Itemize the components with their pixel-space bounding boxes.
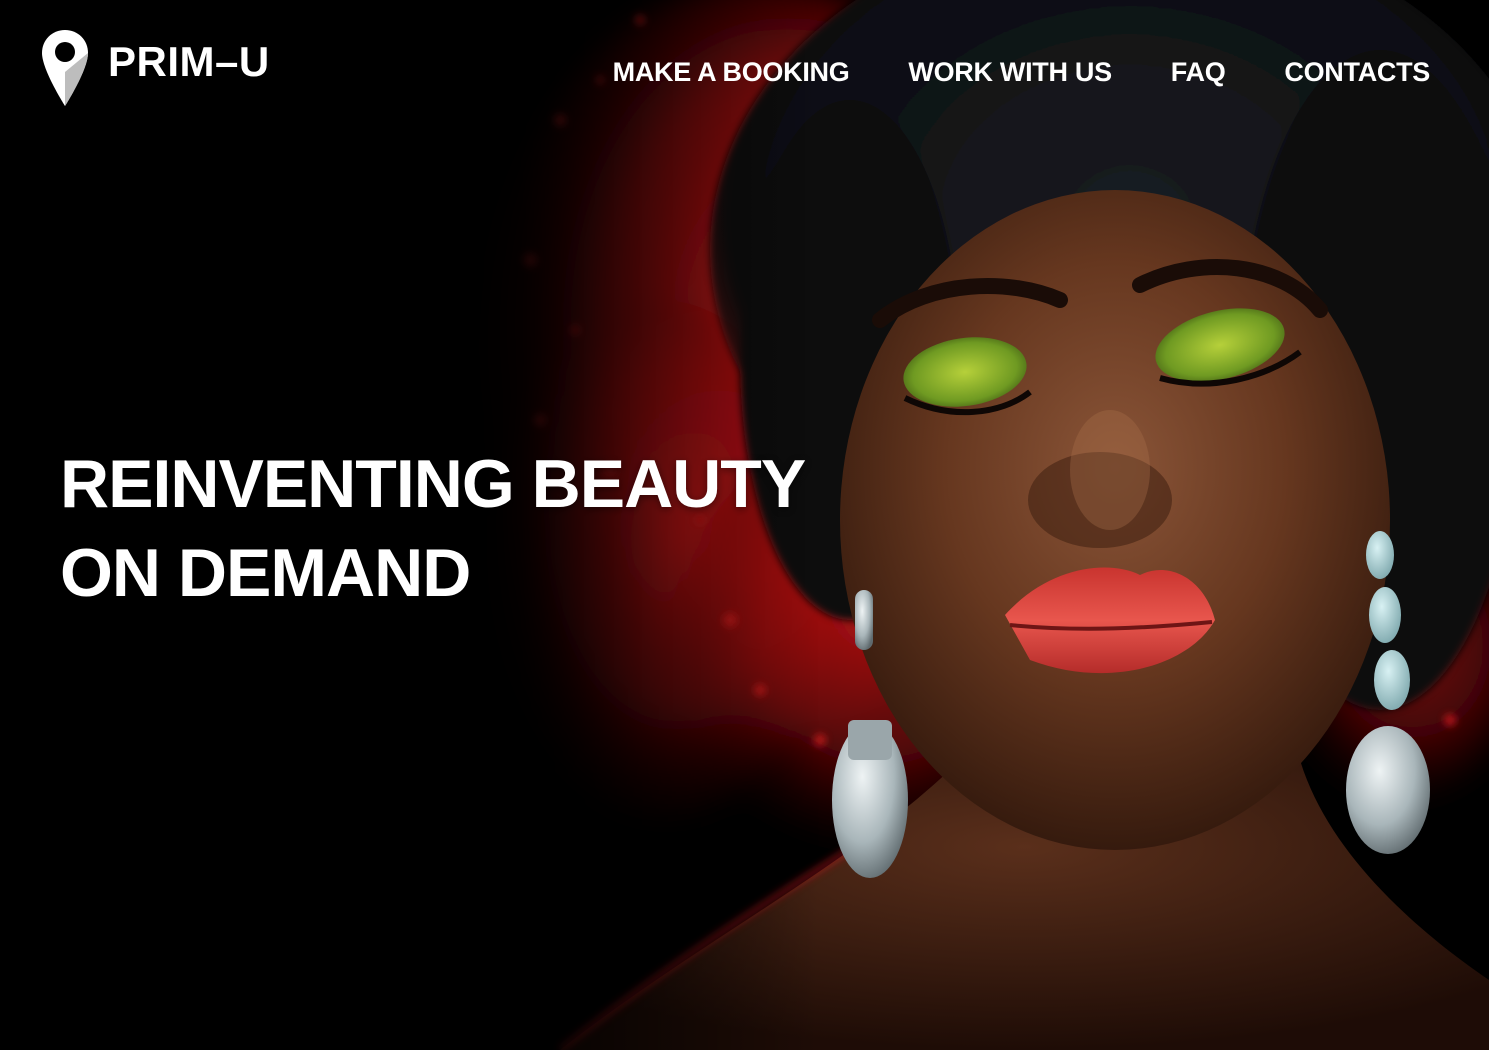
nav-link-faq[interactable]: FAQ — [1171, 57, 1226, 88]
landing-page: PRIM–U MAKE A BOOKING WORK WITH US FAQ C… — [0, 0, 1489, 1050]
main-navigation: MAKE A BOOKING WORK WITH US FAQ CONTACTS — [613, 57, 1431, 88]
nav-link-contacts[interactable]: CONTACTS — [1284, 57, 1430, 88]
nav-link-work-with-us[interactable]: WORK WITH US — [908, 57, 1112, 88]
nav-link-make-a-booking[interactable]: MAKE A BOOKING — [613, 57, 850, 88]
hero-headline: REINVENTING BEAUTY ON DEMAND — [60, 440, 806, 618]
brand-logo-link[interactable]: PRIM–U — [40, 28, 270, 108]
map-pin-icon — [42, 30, 88, 106]
brand-name: PRIM–U — [108, 38, 270, 85]
hero-headline-line-2: ON DEMAND — [60, 535, 471, 611]
hero-headline-line-1: REINVENTING BEAUTY — [60, 446, 806, 522]
